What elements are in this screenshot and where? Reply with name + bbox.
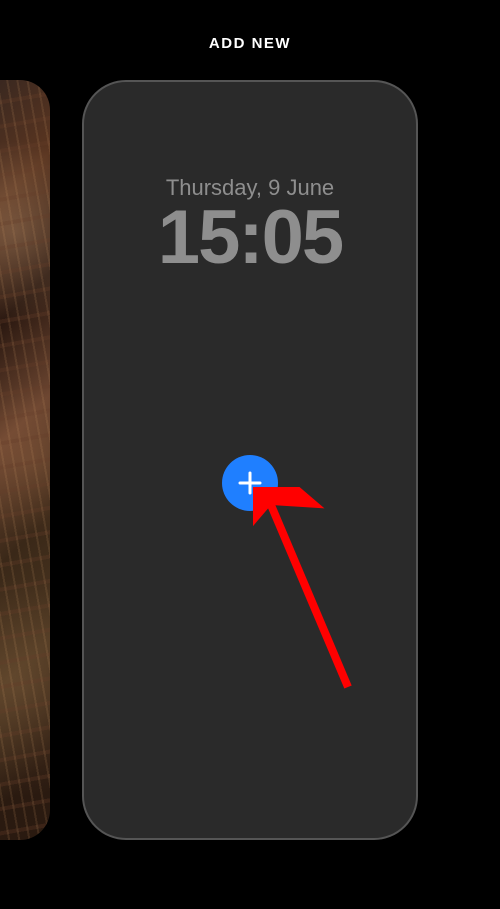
header-title: ADD NEW [209,35,291,52]
lockscreen-time: 15:05 [158,194,342,281]
plus-icon [236,469,264,497]
add-button[interactable] [222,455,278,511]
previous-lockscreen-card[interactable] [0,80,50,840]
new-lockscreen-card[interactable]: Thursday, 9 June 15:05 [82,80,418,840]
